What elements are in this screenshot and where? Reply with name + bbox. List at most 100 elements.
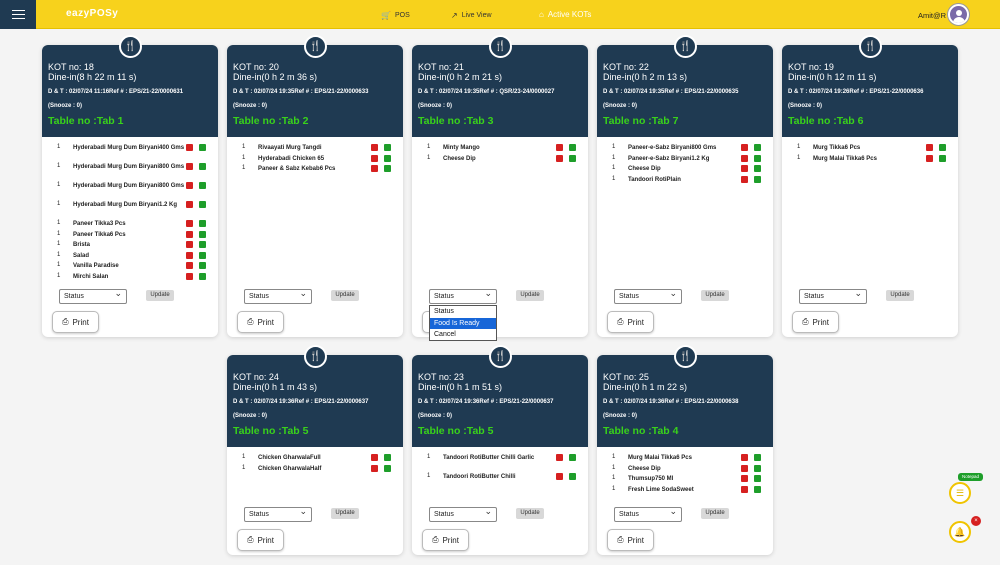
ready-item-button[interactable] [754,464,761,472]
ready-item-button[interactable] [754,454,761,461]
print-button[interactable]: ⎙Print [237,311,284,333]
ready-item-button[interactable] [754,475,761,482]
cancel-item-button[interactable] [556,154,563,162]
cancel-item-button[interactable] [741,454,748,461]
cancel-item-button[interactable] [556,473,563,480]
cancel-item-button[interactable] [371,144,378,151]
ready-item-button[interactable] [199,220,206,227]
status-select[interactable]: Status [614,505,682,522]
update-button[interactable]: Update [886,290,914,301]
cancel-item-button[interactable] [741,485,748,493]
ready-item-button[interactable] [384,154,391,162]
cancel-item-button[interactable] [741,154,748,162]
item-qty: 1 [797,144,801,150]
ready-item-button[interactable] [199,144,206,151]
ready-item-button[interactable] [199,182,206,189]
nav-active-kots[interactable]: ⌂ Active KOTs [539,10,591,19]
cancel-item-button[interactable] [186,272,193,280]
print-button[interactable]: ⎙Print [607,529,654,551]
avatar[interactable] [948,4,969,25]
ready-item-button[interactable] [754,165,761,172]
cancel-item-button[interactable] [371,464,378,472]
hamburger-menu-button[interactable] [0,0,36,29]
notification-badge[interactable]: × [971,516,981,526]
status-select[interactable]: Status [244,505,312,522]
item-qty: 1 [612,464,616,471]
ready-item-button[interactable] [569,454,576,461]
cancel-item-button[interactable] [186,144,193,151]
ready-item-button[interactable] [199,241,206,248]
cancel-item-button[interactable] [186,201,193,208]
ready-item-button[interactable] [939,154,946,162]
cancel-item-button[interactable] [741,165,748,172]
cancel-item-button[interactable] [741,475,748,482]
item-name: Hyderabadi Murg Dum Biryani800 Gms [73,183,185,189]
ready-item-button[interactable] [199,272,206,280]
cancel-item-button[interactable] [741,175,748,183]
item-qty: 1 [427,144,431,150]
ready-item-button[interactable] [199,201,206,208]
notepad-button[interactable]: ☰ [949,482,971,504]
cancel-item-button[interactable] [186,163,193,170]
ready-item-button[interactable] [199,230,206,238]
nav-live-view[interactable]: ↗ Live View [451,11,492,20]
cancel-item-button[interactable] [371,154,378,162]
cancel-item-button[interactable] [556,454,563,461]
cancel-item-button[interactable] [556,144,563,151]
update-button[interactable]: Update [516,508,544,519]
status-option-food-ready[interactable]: Food Is Ready [430,317,496,330]
ready-item-button[interactable] [384,454,391,461]
item-name: Fresh Lime SodaSweet [628,486,694,493]
status-select[interactable]: Status [614,287,682,304]
ready-item-button[interactable] [199,251,206,259]
ready-item-button[interactable] [384,464,391,472]
ready-item-button[interactable] [754,485,761,493]
kot-header: 🍴 KOT no: 24 Dine-in(0 h 1 m 43 s) D & T… [227,345,403,447]
status-option-cancel[interactable]: Cancel [430,329,496,341]
ready-item-button[interactable] [199,163,206,170]
cancel-item-button[interactable] [186,262,193,269]
ready-item-button[interactable] [569,154,576,162]
ready-item-button[interactable] [384,144,391,151]
cancel-item-button[interactable] [186,241,193,248]
update-button[interactable]: Update [146,290,174,301]
ready-item-button[interactable] [569,473,576,480]
status-select[interactable]: Status [429,505,497,522]
ready-item-button[interactable] [754,154,761,162]
ready-item-button[interactable] [754,175,761,183]
cancel-item-button[interactable] [926,144,933,151]
status-select[interactable]: Status [59,287,127,304]
print-button[interactable]: ⎙Print [792,311,839,333]
update-button[interactable]: Update [331,290,359,301]
cancel-item-button[interactable] [186,182,193,189]
ready-item-button[interactable] [199,262,206,269]
update-button[interactable]: Update [331,508,359,519]
cancel-item-button[interactable] [371,454,378,461]
ready-item-button[interactable] [939,144,946,151]
status-dropdown-list[interactable]: Status Food Is Ready Cancel [429,305,497,341]
cancel-item-button[interactable] [741,464,748,472]
cancel-item-button[interactable] [926,154,933,162]
update-button[interactable]: Update [516,290,544,301]
nav-pos[interactable]: 🛒 POS [381,11,410,20]
status-select[interactable]: Status [429,287,497,304]
ready-item-button[interactable] [384,165,391,172]
print-button[interactable]: ⎙Print [52,311,99,333]
ready-item-button[interactable] [569,144,576,151]
update-button[interactable]: Update [701,508,729,519]
cancel-item-button[interactable] [741,144,748,151]
print-button[interactable]: ⎙Print [422,529,469,551]
menu-icon [11,13,25,16]
update-button[interactable]: Update [701,290,729,301]
status-select[interactable]: Status [244,287,312,304]
cancel-item-button[interactable] [186,251,193,259]
cancel-item-button[interactable] [186,230,193,238]
print-button[interactable]: ⎙Print [237,529,284,551]
ready-item-button[interactable] [754,144,761,151]
cancel-item-button[interactable] [371,165,378,172]
notification-button[interactable]: 🔔 [949,521,971,543]
print-button[interactable]: ⎙Print [607,311,654,333]
cancel-item-button[interactable] [186,220,193,227]
status-option[interactable]: Status [430,306,496,318]
status-select[interactable]: Status [799,287,867,304]
